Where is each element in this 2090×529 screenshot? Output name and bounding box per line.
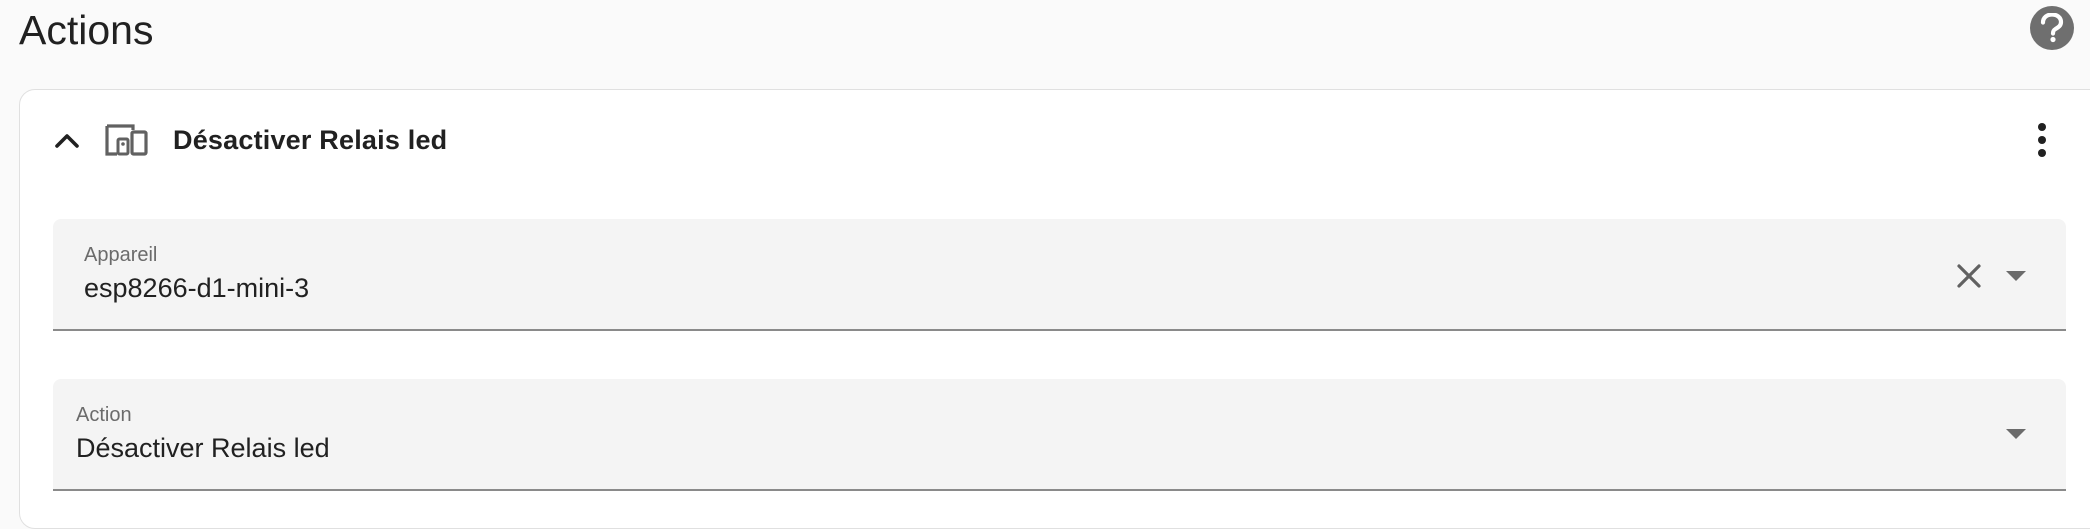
chevron-up-icon[interactable] (47, 120, 87, 160)
action-card: Désactiver Relais led Appareil esp8266-d… (19, 89, 2090, 529)
devices-icon (105, 124, 148, 156)
action-field-value: Désactiver Relais led (76, 433, 330, 463)
menu-down-icon[interactable] (2006, 271, 2026, 281)
help-icon[interactable] (2030, 6, 2074, 50)
action-field-label: Action (76, 404, 132, 426)
device-field-label: Appareil (84, 244, 158, 266)
menu-down-icon[interactable] (2006, 429, 2026, 439)
dots-vertical-icon[interactable] (2030, 118, 2054, 162)
close-icon[interactable] (1952, 259, 1986, 293)
action-card-title: Désactiver Relais led (173, 125, 448, 155)
device-field-value: esp8266-d1-mini-3 (84, 273, 310, 303)
section-title: Actions (19, 7, 154, 53)
action-picker-field[interactable]: Action Désactiver Relais led (53, 379, 2066, 491)
menu-dot (2038, 123, 2046, 131)
question-mark-glyph (2040, 13, 2064, 43)
device-picker-field[interactable]: Appareil esp8266-d1-mini-3 (53, 219, 2066, 331)
menu-dot (2038, 149, 2046, 157)
menu-dot (2038, 136, 2046, 144)
action-card-header[interactable]: Désactiver Relais led (20, 90, 2090, 190)
